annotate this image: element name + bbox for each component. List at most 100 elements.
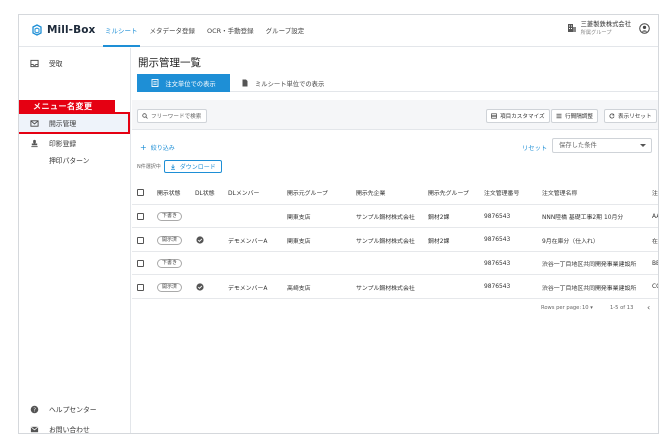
sidebar-item-receive[interactable]: 受取 <box>19 54 130 72</box>
lines-icon <box>556 113 562 119</box>
top-nav: ミルシート メタデータ登録 OCR・手動登録 グループ設定 <box>99 15 310 47</box>
caret-down-icon: ▾ <box>590 305 593 311</box>
cell-order-no: 9876543 <box>484 213 511 220</box>
button-label: 表示リセット <box>618 114 652 120</box>
download-icon <box>170 164 175 170</box>
page-range: 1-5 of 13 <box>610 305 634 311</box>
cell-order-no: 9876543 <box>484 237 511 243</box>
selection-bar: N件選択中 ダウンロード <box>137 160 222 173</box>
column-header[interactable]: 注文管理番号 <box>484 179 519 205</box>
cell-dest-company: サンプル鋼材株式会社 <box>356 238 415 245</box>
row-checkbox[interactable] <box>137 236 144 244</box>
cell-dest-company: サンプル鋼材株式会社 <box>356 285 415 292</box>
help-icon: ? <box>19 405 49 414</box>
tab-label: 注文単位での表示 <box>165 80 216 88</box>
cell-order-name: 渋谷一丁目地区共同開発事業建設所 <box>542 262 637 268</box>
download-done-icon <box>196 275 204 299</box>
table-row[interactable]: 開示済 デモメンバーA 高崎支店 サンプル鋼材株式会社 9876543 渋谷一丁… <box>132 275 658 299</box>
saved-conditions-select[interactable]: 保存した条件 <box>552 138 652 153</box>
reset-link[interactable]: リセット <box>522 143 547 152</box>
search-placeholder: フリーワードで検索 <box>151 114 202 120</box>
sidebar-item-help[interactable]: ? ヘルプセンター <box>19 400 130 418</box>
table-toolbar: フリーワードで検索 項目カスタマイズ 行間隔調整 表示リセット <box>132 100 658 130</box>
cell-member: デモメンバーA <box>228 285 268 292</box>
row-checkbox[interactable] <box>137 283 144 291</box>
table-header-row: 開示状態 DL状態 DLメンバー 開示元グループ 開示先企業 開示先グループ 注… <box>132 179 658 205</box>
cell-order-no: 9876543 <box>484 284 511 290</box>
row-checkbox[interactable] <box>137 260 144 267</box>
cell-order-name: 9月在庫分（仕入れ） <box>542 238 599 245</box>
sidebar-item-seal[interactable]: 印影登録 <box>19 134 130 152</box>
cell-extra: 在 <box>652 238 658 245</box>
rows-per-page-select[interactable]: 10 ▾ <box>582 305 593 311</box>
envelope-icon <box>19 425 49 434</box>
customize-columns-button[interactable]: 項目カスタマイズ <box>486 109 550 123</box>
cell-extra: CC <box>652 284 658 290</box>
tab-millsheet-view[interactable]: ミルシート単位での表示 <box>237 74 324 92</box>
reset-view-button[interactable]: 表示リセット <box>604 109 657 123</box>
filter-row: + 絞り込み リセット 保存した条件 <box>132 137 658 157</box>
sidebar-item-label: ヘルプセンター <box>49 406 97 414</box>
tab-order-view[interactable]: 注文単位での表示 <box>137 74 230 92</box>
chevron-down-icon <box>640 144 646 147</box>
column-header[interactable]: 注文管理名称 <box>542 179 577 205</box>
plus-icon: + <box>140 142 147 152</box>
table-row[interactable]: 下書き 関東支店 サンプル鋼材株式会社 鋼材2課 9876543 NNN陸橋 基… <box>132 205 658 228</box>
table-row[interactable]: 開示済 デモメンバーA 関東支店 サンプル鋼材株式会社 鋼材2課 9876543… <box>132 228 658 252</box>
main-content: 開示管理一覧 注文単位での表示 ミルシート単位での表示 フリーワードで検索 項目… <box>132 48 658 433</box>
sidebar-item-label: 受取 <box>49 60 63 68</box>
nav-item-millsheet[interactable]: ミルシート <box>99 15 144 47</box>
button-label: 行間隔調整 <box>565 114 593 120</box>
refresh-icon <box>609 113 615 119</box>
filter-button[interactable]: + 絞り込み <box>140 143 175 152</box>
nav-item-group-settings[interactable]: グループ設定 <box>260 15 311 47</box>
download-button[interactable]: ダウンロード <box>163 160 222 173</box>
column-header[interactable]: 開示先グループ <box>428 179 469 205</box>
cell-order-no: 9876543 <box>484 260 511 267</box>
cell-order-name: 渋谷一丁目地区共同開発事業建設所 <box>542 285 637 292</box>
document-icon <box>242 79 248 87</box>
search-icon <box>142 113 148 119</box>
sidebar-item-label: お問い合わせ <box>49 426 90 434</box>
inbox-icon <box>19 59 49 68</box>
status-badge: 下書き <box>157 212 183 221</box>
header: Mill-Box ミルシート メタデータ登録 OCR・手動登録 グループ設定 三… <box>19 15 658 47</box>
checkbox[interactable] <box>137 188 144 196</box>
column-header[interactable]: DL状態 <box>195 179 215 205</box>
view-tabs: 注文単位での表示 ミルシート単位での表示 <box>137 74 658 92</box>
cell-order-name: NNN陸橋 基礎工事2期 10月分 <box>542 215 624 221</box>
account-icon[interactable] <box>631 22 650 36</box>
logo-text: Mill-Box <box>47 24 96 36</box>
chevron-left-icon[interactable]: ‹ <box>647 303 650 312</box>
logo-icon <box>32 24 42 36</box>
cell-dest-group: 鋼材2課 <box>428 238 450 245</box>
status-badge: 開示済 <box>157 235 183 245</box>
column-header[interactable]: 注 <box>652 179 658 205</box>
sidebar-item-contact[interactable]: お問い合わせ <box>19 420 130 434</box>
cell-dest-company: サンプル鋼材株式会社 <box>356 215 415 221</box>
column-header[interactable]: DLメンバー <box>228 179 259 205</box>
company-group: 所属グループ <box>580 30 612 36</box>
row-height-button[interactable]: 行間隔調整 <box>551 109 598 123</box>
nav-item-ocr[interactable]: OCR・手動登録 <box>201 15 260 47</box>
status-badge: 開示済 <box>157 282 183 292</box>
column-header[interactable]: 開示元グループ <box>287 179 328 205</box>
table-icon <box>491 113 497 119</box>
column-header[interactable]: 開示状態 <box>157 179 181 205</box>
building-icon <box>567 23 577 35</box>
filter-label: 絞り込み <box>150 145 175 152</box>
column-header[interactable]: 開示先企業 <box>356 179 385 205</box>
row-checkbox[interactable] <box>137 213 144 220</box>
nav-item-metadata[interactable]: メタデータ登録 <box>144 15 202 47</box>
logo[interactable]: Mill-Box <box>31 24 95 36</box>
select-value: 10 <box>582 305 589 311</box>
cell-src-group: 関東支店 <box>287 215 311 221</box>
sidebar: 受取 メニュー名変更 開示管理 印影登録 押印パターン ? ヘルプセンター お問… <box>19 48 131 434</box>
search-input[interactable]: フリーワードで検索 <box>137 109 207 123</box>
cell-extra: BB <box>652 260 658 267</box>
table-row[interactable]: 下書き 9876543 渋谷一丁目地区共同開発事業建設所 BB <box>132 252 658 275</box>
sidebar-item-stamp-pattern[interactable]: 押印パターン <box>19 151 130 169</box>
header-checkbox[interactable] <box>137 179 144 205</box>
company-switcher[interactable]: 三菱製鉄株式会社 所属グループ <box>567 21 650 37</box>
cell-member: デモメンバーA <box>228 238 268 245</box>
